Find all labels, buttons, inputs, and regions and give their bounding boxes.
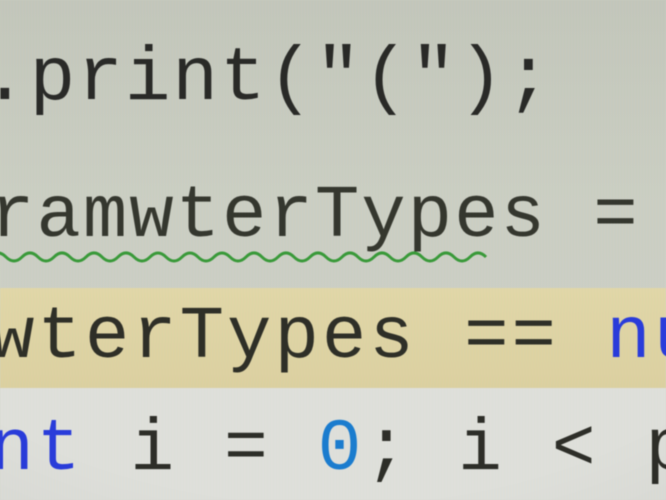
- code-editor-viewport[interactable]: .print("("); ramwterTypes = m. wterTypes…: [0, 0, 666, 500]
- code-token-keyword: null: [606, 296, 666, 380]
- code-token: .print("(");: [0, 36, 553, 122]
- code-token: ramwterTypes = m.: [0, 175, 666, 259]
- code-token-number: 0: [318, 408, 365, 491]
- code-line: .print("(");: [0, 36, 553, 122]
- code-line: nt i = 0; i < par: [0, 408, 666, 491]
- code-token: i =: [84, 408, 318, 491]
- code-token: wterTypes ==: [0, 296, 606, 380]
- code-line: ramwterTypes = m.: [0, 175, 666, 259]
- code-token: ; i < par: [364, 408, 666, 491]
- code-line: wterTypes == null: [0, 296, 666, 380]
- code-token-keyword: nt: [0, 408, 84, 491]
